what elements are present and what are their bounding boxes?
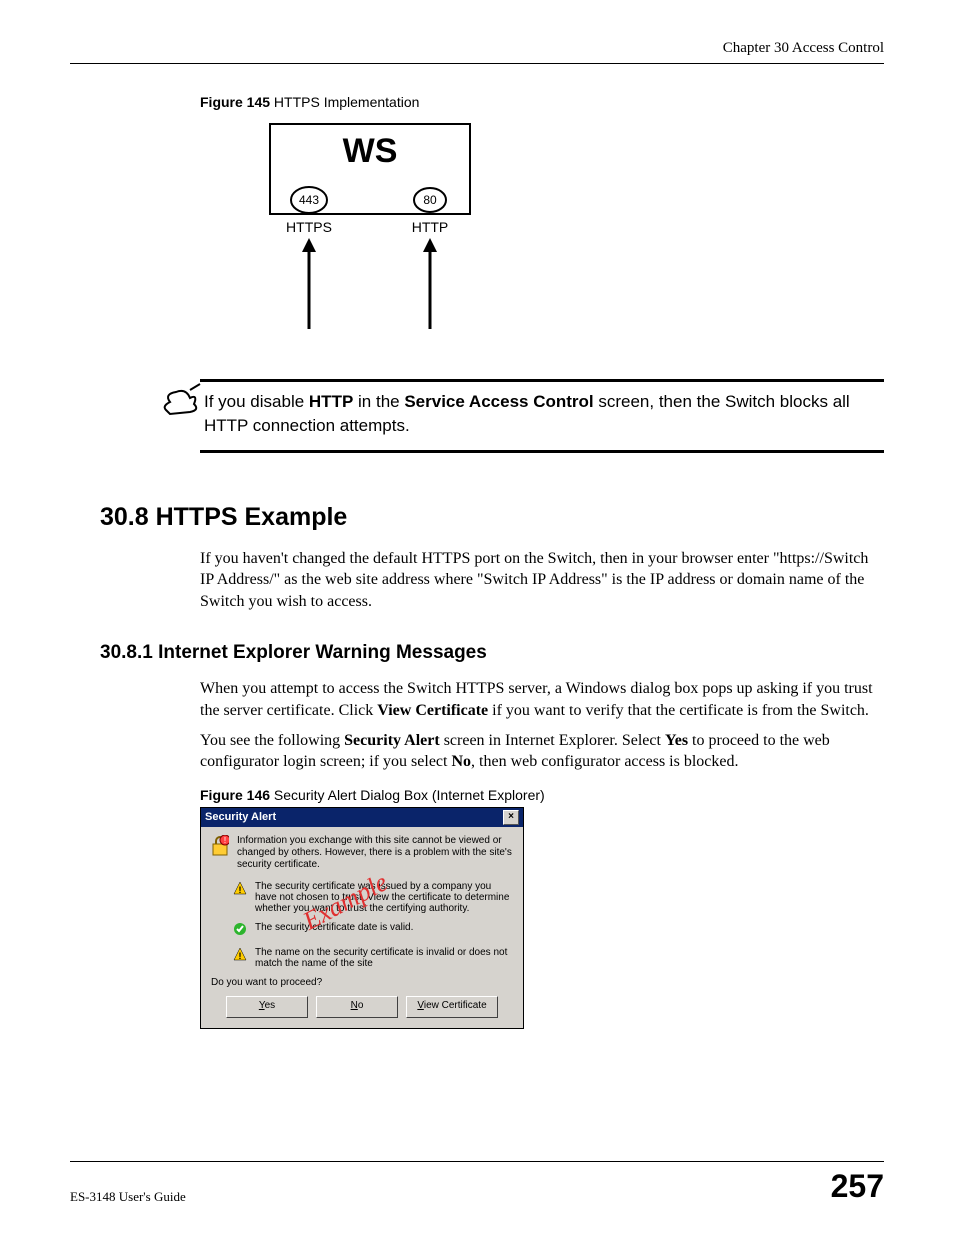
https-label: HTTPS (286, 219, 332, 235)
https-implementation-diagram: WS 443 80 HTTPS HTTP (240, 114, 500, 344)
check-icon (233, 922, 247, 939)
section-30-8-body: If you haven't changed the default HTTPS… (200, 548, 884, 613)
ws-label: WS (343, 132, 398, 170)
lock-icon: ! (211, 835, 229, 860)
section-30-8-1-para2: You see the following Security Alert scr… (200, 730, 884, 773)
figure-146-title: Security Alert Dialog Box (Internet Expl… (270, 787, 545, 803)
section-30-8-heading: 30.8 HTTPS Example (100, 503, 884, 532)
warning-icon: ! (233, 947, 247, 969)
svg-text:!: ! (239, 885, 242, 895)
note-separator-bottom (200, 450, 884, 453)
figure-145: WS 443 80 HTTPS HTTP (240, 114, 884, 349)
note-text: If you disable HTTP in the Service Acces… (204, 390, 884, 438)
section-30-8-1-para1: When you attempt to access the Switch HT… (200, 678, 884, 721)
no-button[interactable]: No (316, 996, 398, 1018)
page-header: Chapter 30 Access Control (70, 40, 884, 64)
figure-146-number: Figure 146 (200, 787, 270, 803)
page-footer: ES-3148 User's Guide 257 (70, 1161, 884, 1205)
http-label: HTTP (412, 219, 449, 235)
page-number: 257 (831, 1168, 884, 1205)
port-80: 80 (423, 193, 437, 207)
svg-text:!: ! (224, 836, 226, 845)
view-certificate-button[interactable]: View Certificate (406, 996, 498, 1018)
port-443: 443 (299, 193, 319, 207)
note-icon (160, 380, 204, 425)
figure-145-number: Figure 145 (200, 94, 270, 110)
close-button[interactable]: × (503, 810, 519, 825)
section-30-8-1-heading: 30.8.1 Internet Explorer Warning Message… (100, 642, 884, 664)
figure-146-caption: Figure 146 Security Alert Dialog Box (In… (200, 787, 884, 803)
dialog-item3: The name on the security certificate is … (255, 947, 513, 969)
svg-text:!: ! (239, 951, 242, 961)
figure-145-caption: Figure 145 HTTPS Implementation (200, 94, 884, 110)
warning-icon: ! (233, 881, 247, 914)
security-alert-dialog: Security Alert × ! Information you excha… (200, 807, 524, 1029)
yes-button[interactable]: Yes (226, 996, 308, 1018)
note-block: If you disable HTTP in the Service Acces… (160, 390, 884, 438)
footer-guide-name: ES-3148 User's Guide (70, 1189, 186, 1205)
dialog-proceed-text: Do you want to proceed? (211, 977, 513, 988)
dialog-item1: The security certificate was issued by a… (255, 881, 513, 914)
dialog-item2: The security certificate date is valid. (255, 922, 413, 939)
chapter-label: Chapter 30 Access Control (723, 40, 884, 56)
dialog-intro-text: Information you exchange with this site … (237, 835, 513, 871)
dialog-title: Security Alert (205, 811, 276, 823)
note-separator-top (200, 379, 884, 382)
dialog-titlebar: Security Alert × (201, 808, 523, 827)
figure-145-title: HTTPS Implementation (270, 94, 419, 110)
